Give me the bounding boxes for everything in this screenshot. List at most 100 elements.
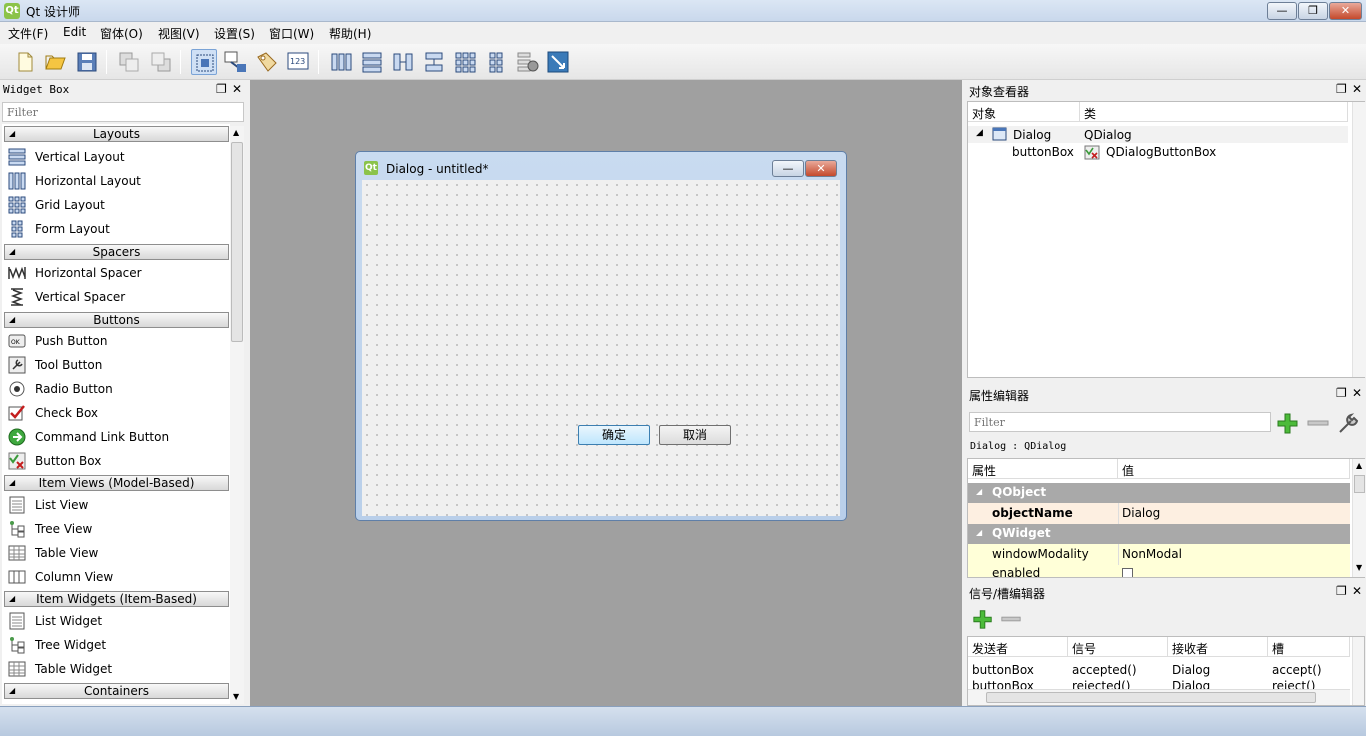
- connection-0-receiver[interactable]: Dialog: [1172, 663, 1210, 677]
- close-dock-icon[interactable]: ✕: [1352, 386, 1362, 400]
- restore-button[interactable]: ❐: [1298, 2, 1328, 20]
- widget-form-layout[interactable]: Form Layout: [2, 217, 228, 241]
- category-spacers[interactable]: ◢ Spacers: [4, 244, 229, 260]
- widget-grid-layout[interactable]: Grid Layout: [2, 193, 228, 217]
- minimize-button[interactable]: —: [1267, 2, 1297, 20]
- widget-button-box[interactable]: Button Box: [2, 449, 228, 473]
- widget-box-scrollbar[interactable]: ▲ ▼: [230, 126, 244, 704]
- menu-edit[interactable]: Edit: [63, 25, 86, 39]
- adjust-size-icon[interactable]: [545, 49, 571, 75]
- float-dock-icon[interactable]: ❐: [1336, 386, 1347, 400]
- widget-tree-view[interactable]: Tree View: [2, 517, 228, 541]
- property-group-qobject[interactable]: ◢ QObject: [968, 483, 1350, 503]
- property-row-windowmodality[interactable]: windowModality NonModal: [968, 544, 1350, 565]
- widget-command-link-button[interactable]: Command Link Button: [2, 425, 228, 449]
- column-header-receiver[interactable]: 接收者: [1168, 637, 1268, 657]
- remove-property-icon[interactable]: [1306, 412, 1330, 434]
- dialog-form-window[interactable]: Qt Dialog - untitled* — ✕ 确定 取消: [355, 151, 847, 521]
- connection-0-sender[interactable]: buttonBox: [972, 663, 1034, 677]
- property-row-enabled[interactable]: enabled: [968, 565, 1350, 577]
- widget-table-widget[interactable]: Table Widget: [2, 657, 228, 681]
- dialog-minimize-button[interactable]: —: [772, 160, 804, 177]
- menu-file[interactable]: 文件(F): [8, 25, 48, 42]
- float-dock-icon[interactable]: ❐: [1336, 82, 1347, 96]
- edit-tab-order-icon[interactable]: 123: [285, 49, 311, 75]
- enabled-checkbox[interactable]: [1122, 568, 1133, 577]
- property-table-scrollbar[interactable]: ▲ ▼: [1352, 459, 1366, 577]
- scroll-down-icon[interactable]: ▼: [1356, 563, 1362, 572]
- widget-list-view[interactable]: List View: [2, 493, 228, 517]
- edit-buddies-icon[interactable]: [254, 49, 280, 75]
- widget-tree-widget[interactable]: Tree Widget: [2, 633, 228, 657]
- tree-row-buttonbox-object[interactable]: buttonBox: [1012, 145, 1074, 159]
- column-header-sender[interactable]: 发送者: [968, 637, 1068, 657]
- expand-triangle-icon[interactable]: ◢: [976, 128, 983, 138]
- break-layout-icon[interactable]: [514, 49, 540, 75]
- column-header-slot[interactable]: 槽: [1268, 637, 1350, 657]
- menu-form[interactable]: 窗体(O): [100, 25, 143, 42]
- widget-vertical-layout[interactable]: Vertical Layout: [2, 145, 228, 169]
- scroll-thumb[interactable]: [231, 142, 243, 342]
- close-dock-icon[interactable]: ✕: [1352, 584, 1362, 598]
- open-folder-icon[interactable]: [42, 49, 68, 75]
- widget-check-box[interactable]: Check Box: [2, 401, 228, 425]
- connection-0-signal[interactable]: accepted(): [1072, 663, 1137, 677]
- remove-connection-icon[interactable]: [1000, 608, 1022, 630]
- widget-column-view[interactable]: Column View: [2, 565, 228, 589]
- column-header-object[interactable]: 对象: [968, 102, 1080, 122]
- widget-push-button[interactable]: OK Push Button: [2, 329, 228, 353]
- column-header-class[interactable]: 类: [1080, 102, 1348, 122]
- category-item-views[interactable]: ◢ Item Views (Model-Based): [4, 475, 229, 491]
- widget-table-view[interactable]: Table View: [2, 541, 228, 565]
- column-header-signal[interactable]: 信号: [1068, 637, 1168, 657]
- object-tree[interactable]: 对象 类 ◢ Dialog QDialog buttonBox QDialogB…: [967, 101, 1366, 378]
- layout-vertically-icon[interactable]: [359, 49, 385, 75]
- connections-table[interactable]: 发送者 信号 接收者 槽 buttonBox accepted() Dialog…: [967, 636, 1365, 706]
- tree-row-dialog-object[interactable]: Dialog: [1013, 128, 1051, 142]
- close-button[interactable]: ✕: [1329, 2, 1362, 20]
- property-table[interactable]: 属性 值 ◢ QObject objectName Dialog ◢ QWidg…: [967, 458, 1366, 578]
- widget-vertical-spacer[interactable]: Vertical Spacer: [2, 285, 228, 309]
- dialog-form-canvas[interactable]: 确定 取消: [362, 180, 840, 516]
- close-dock-icon[interactable]: ✕: [1352, 82, 1362, 96]
- connection-0-slot[interactable]: accept(): [1272, 663, 1322, 677]
- float-dock-icon[interactable]: ❐: [1336, 584, 1347, 598]
- new-file-icon[interactable]: [12, 49, 38, 75]
- scroll-thumb[interactable]: [1354, 475, 1365, 493]
- ok-button[interactable]: 确定: [578, 425, 650, 445]
- menu-settings[interactable]: 设置(S): [214, 25, 255, 42]
- widget-tool-button[interactable]: Tool Button: [2, 353, 228, 377]
- edit-widgets-icon[interactable]: [191, 49, 217, 75]
- save-icon[interactable]: [74, 49, 100, 75]
- scroll-thumb[interactable]: [986, 692, 1316, 703]
- object-tree-scrollbar[interactable]: [1352, 102, 1366, 377]
- scroll-up-icon[interactable]: ▲: [233, 128, 239, 137]
- layout-form-icon[interactable]: [483, 49, 509, 75]
- column-header-property[interactable]: 属性: [968, 459, 1118, 479]
- category-item-widgets[interactable]: ◢ Item Widgets (Item-Based): [4, 591, 229, 607]
- menu-help[interactable]: 帮助(H): [329, 25, 371, 42]
- widget-radio-button[interactable]: Radio Button: [2, 377, 228, 401]
- add-property-icon[interactable]: [1276, 412, 1300, 434]
- edit-signals-slots-icon[interactable]: [222, 49, 248, 75]
- scroll-down-icon[interactable]: ▼: [233, 692, 239, 701]
- float-dock-icon[interactable]: ❐: [216, 82, 227, 96]
- property-row-objectname[interactable]: objectName Dialog: [968, 503, 1350, 524]
- layout-vertical-splitter-icon[interactable]: [421, 49, 447, 75]
- send-to-back-icon[interactable]: [116, 49, 142, 75]
- bring-to-front-icon[interactable]: [148, 49, 174, 75]
- category-containers[interactable]: ◢ Containers: [4, 683, 229, 699]
- objectname-value[interactable]: Dialog: [1122, 506, 1160, 520]
- widget-horizontal-layout[interactable]: Horizontal Layout: [2, 169, 228, 193]
- windowmodality-value[interactable]: NonModal: [1122, 547, 1182, 561]
- cancel-button[interactable]: 取消: [659, 425, 731, 445]
- menu-window[interactable]: 窗口(W): [269, 25, 314, 42]
- close-dock-icon[interactable]: ✕: [232, 82, 242, 96]
- widget-filter-input[interactable]: [2, 102, 244, 122]
- property-filter-input[interactable]: [969, 412, 1271, 432]
- menu-view[interactable]: 视图(V): [158, 25, 200, 42]
- category-layouts[interactable]: ◢ Layouts: [4, 126, 229, 142]
- column-header-value[interactable]: 值: [1118, 459, 1350, 479]
- layout-grid-icon[interactable]: [452, 49, 478, 75]
- category-buttons[interactable]: ◢ Buttons: [4, 312, 229, 328]
